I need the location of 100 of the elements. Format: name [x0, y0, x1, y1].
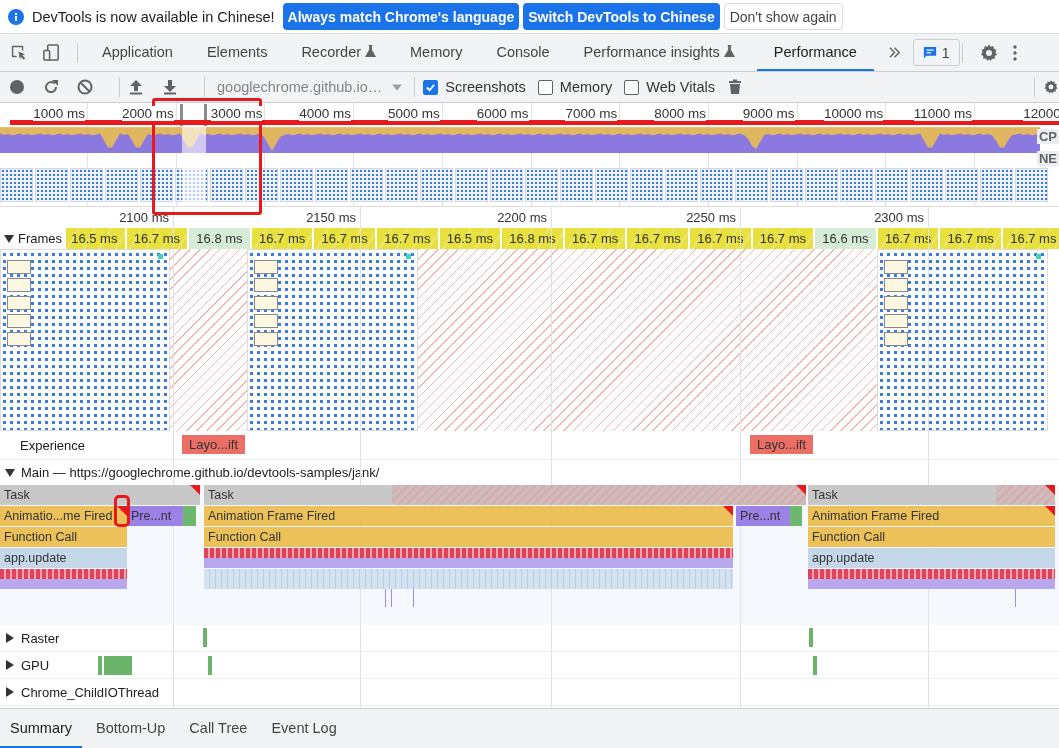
overview-tick-label: 7000 ms: [565, 106, 618, 121]
device-toolbar-icon[interactable]: [42, 43, 61, 62]
screenshot-thumbnail: [35, 168, 68, 202]
ruler-tick-label: 2150 ms: [306, 210, 356, 225]
details-tab[interactable]: Bottom-Up: [86, 709, 176, 748]
thread-toggle[interactable]: Raster: [0, 630, 65, 646]
clear-icon[interactable]: [77, 79, 93, 95]
screenshot-thumbnail: [350, 168, 383, 202]
frame-block[interactable]: 16.7 ms: [562, 228, 626, 249]
panel-tab[interactable]: Application: [90, 34, 185, 71]
settings-icon[interactable]: [978, 42, 999, 63]
screenshot-thumbnail: [1015, 168, 1048, 202]
more-options-icon[interactable]: [1012, 44, 1017, 61]
screenshot-thumbnail: [875, 168, 908, 202]
frame-block[interactable]: 16.5 ms: [437, 228, 501, 249]
reload-icon[interactable]: [43, 79, 59, 95]
ruler-tick-label: 2250 ms: [686, 210, 736, 225]
flame-entry[interactable]: app.update: [0, 548, 127, 568]
screenshot-thumbnail: [910, 168, 943, 202]
screenshot-thumbnail: [525, 168, 558, 202]
checkbox[interactable]: [423, 79, 439, 95]
overview-tick-label: 9000 ms: [742, 106, 795, 121]
flame-entry[interactable]: app.update: [808, 548, 1055, 568]
flame-entry[interactable]: Pre...nt: [127, 506, 183, 526]
frame-block[interactable]: 16.7 ms: [375, 228, 438, 249]
flame-entry[interactable]: Function Call: [808, 527, 1055, 547]
screenshot-thumbnail: [175, 168, 208, 202]
screenshot-thumbnail: [665, 168, 698, 202]
screenshot-thumbnail: [105, 168, 138, 202]
frame-block[interactable]: 16.8 ms: [187, 228, 250, 249]
screenshot-thumbnail: [315, 168, 348, 202]
inspect-element-icon[interactable]: [9, 43, 28, 62]
screenshot-thumbnail: [490, 168, 523, 202]
checkbox[interactable]: [624, 79, 640, 95]
screenshot-thumbnail: [770, 168, 803, 202]
flame-entry[interactable]: Function Call: [204, 527, 733, 547]
frame-block[interactable]: 16.7 ms: [625, 228, 688, 249]
more-tabs-icon[interactable]: [887, 46, 901, 59]
overview-tick-label: 4000 ms: [299, 106, 352, 121]
frame-block[interactable]: 16.6 ms: [813, 228, 876, 249]
frame-block[interactable]: 16.7 ms: [938, 228, 1001, 249]
screenshot-thumbnail: [560, 168, 593, 202]
gpu-event: [98, 656, 102, 675]
details-tab[interactable]: Summary: [0, 709, 83, 748]
record-icon[interactable]: [9, 79, 25, 95]
track-name: Experience: [20, 438, 86, 453]
panel-tab[interactable]: Performance insights: [571, 34, 747, 71]
screenshot-thumbnail: [700, 168, 733, 202]
layout-shift-marker[interactable]: Layo...ift: [182, 435, 245, 454]
trash-icon[interactable]: [727, 79, 743, 95]
panel-tab[interactable]: Console: [484, 34, 562, 71]
screenshot-thumbnail: [70, 168, 103, 202]
flame-entry[interactable]: Animation Frame Fired: [204, 506, 733, 526]
checkbox-label: Web Vitals: [646, 79, 715, 95]
frame-block[interactable]: 16.7 ms: [1001, 228, 1059, 249]
details-tab[interactable]: Call Tree: [179, 709, 258, 748]
ruler-tick-label: 2300 ms: [874, 210, 924, 225]
ruler-tick-label: 2200 ms: [497, 210, 547, 225]
download-icon[interactable]: [162, 79, 178, 95]
capture-settings-icon[interactable]: [1043, 79, 1059, 95]
flame-entry[interactable]: Animation Frame Fired: [808, 506, 1055, 526]
flame-entry[interactable]: Task: [204, 485, 806, 505]
flame-entry[interactable]: Animatio...me Fired: [0, 506, 127, 526]
infobar-button[interactable]: Always match Chrome's language: [282, 3, 520, 30]
flame-entry[interactable]: Task: [808, 485, 1055, 505]
flame-entry[interactable]: Pre...nt: [736, 506, 790, 526]
overview-tick-label: 10000 ms: [824, 106, 884, 121]
issues-button[interactable]: 1: [912, 39, 960, 66]
frame-block[interactable]: 16.7 ms: [249, 228, 313, 249]
screenshot-thumbnail: [210, 168, 243, 202]
collapse-arrow-icon: [4, 233, 14, 244]
track-label: CP: [1036, 129, 1059, 144]
flame-entry[interactable]: Task: [0, 485, 200, 505]
thread-toggle[interactable]: Chrome_ChildIOThread: [0, 684, 164, 700]
infobar-button[interactable]: Don't show again: [723, 3, 843, 30]
upload-icon[interactable]: [128, 79, 144, 95]
screenshot-thumbnail: [980, 168, 1013, 202]
screenshot-thumbnail: [630, 168, 663, 202]
gpu-event: [208, 656, 212, 675]
overview-tick-label: 5000 ms: [388, 106, 440, 121]
panel-tab[interactable]: Memory: [398, 34, 475, 71]
panel-tab[interactable]: Elements: [194, 34, 280, 71]
screenshot-thumbnail: [455, 168, 488, 202]
checkmark-icon: [425, 81, 437, 93]
layout-shift-marker[interactable]: Layo...ift: [750, 435, 813, 454]
thread-toggle[interactable]: GPU: [0, 657, 55, 673]
infobar-button[interactable]: Switch DevTools to Chinese: [523, 3, 720, 30]
raster-event: [203, 628, 207, 647]
screenshot-thumbnail: [945, 168, 978, 202]
details-tab[interactable]: Event Log: [261, 709, 347, 748]
collapse-arrow-icon: [5, 467, 15, 478]
frame-block[interactable]: 16.7 ms: [750, 228, 814, 249]
panel-tab[interactable]: Recorder: [289, 34, 389, 71]
screenshot-thumbnail: [595, 168, 628, 202]
checkbox[interactable]: [537, 79, 553, 95]
overview-tick-label: 3000 ms: [210, 106, 263, 121]
main-thread-toggle[interactable]: Main — https://googlechrome.github.io/devtools-samples/jank/: [0, 465, 385, 480]
flame-entry[interactable]: Function Call: [0, 527, 127, 547]
message-icon: [922, 45, 937, 60]
infobar-message: DevTools is now available in Chinese!: [32, 8, 275, 25]
